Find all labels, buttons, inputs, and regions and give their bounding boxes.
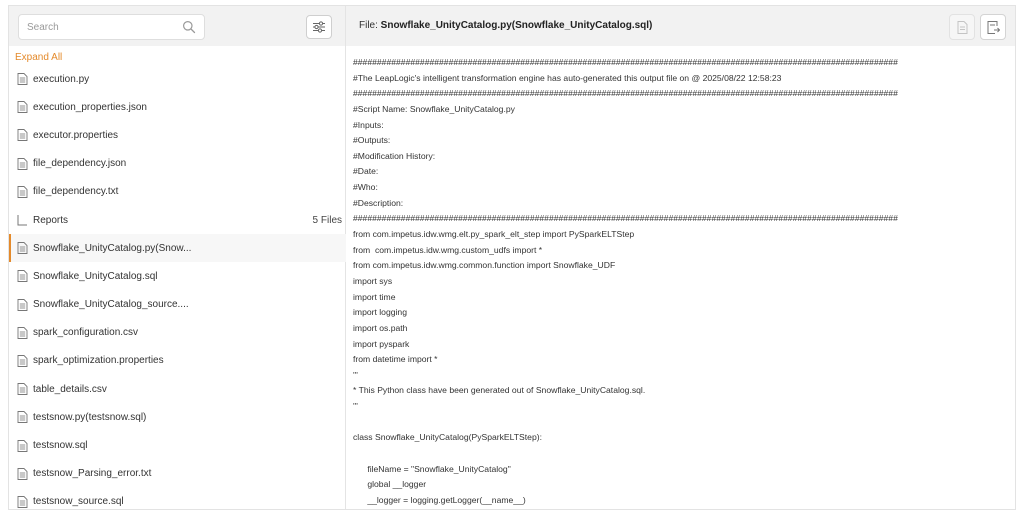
tree-item-label: file_dependency.json <box>33 158 127 170</box>
code-line: ''' <box>353 369 358 380</box>
code-line: #Date: <box>353 166 379 177</box>
code-line: ########################################… <box>353 88 898 99</box>
expand-all-link[interactable]: Expand All <box>15 52 62 63</box>
folder-icon <box>17 215 27 226</box>
code-line: from com.impetus.idw.wmg.elt.py_spark_el… <box>353 229 635 240</box>
tree-file[interactable]: testsnow.py(testsnow.sql) <box>9 403 346 431</box>
file-viewer-header: File: Snowflake_UnityCatalog.py(Snowflak… <box>346 6 1015 46</box>
tree-item-label: spark_optimization.properties <box>33 355 164 367</box>
file-icon <box>17 157 28 170</box>
file-icon <box>17 326 28 339</box>
file-tree-panel: Expand All execution.py execution_propert… <box>9 6 346 509</box>
document-button[interactable] <box>949 14 975 40</box>
code-line: import sys <box>353 275 393 286</box>
tree-file[interactable]: testsnow_source.sql <box>9 488 346 509</box>
tree-file[interactable]: file_dependency.txt <box>9 178 346 206</box>
tree-item-label: testsnow_source.sql <box>33 496 124 508</box>
tree-item-label: Reports <box>33 214 69 226</box>
tree-file[interactable]: Snowflake_UnityCatalog.sql <box>9 262 346 290</box>
code-viewer[interactable]: ########################################… <box>353 55 1009 509</box>
code-line: __logger = logging.getLogger(__name__) <box>353 494 526 505</box>
file-icon <box>17 185 28 198</box>
tree-file[interactable]: execution.py <box>9 65 346 93</box>
file-icon <box>17 101 28 114</box>
file-icon <box>17 129 28 142</box>
tree-item-label: Snowflake_UnityCatalog_source.... <box>33 299 189 311</box>
tree-item-label: execution.py <box>33 73 90 85</box>
file-viewer-panel: File: Snowflake_UnityCatalog.py(Snowflak… <box>346 6 1015 509</box>
tree-item-label: executor.properties <box>33 129 119 141</box>
export-button[interactable] <box>980 14 1006 40</box>
code-line: global __logger <box>353 479 427 490</box>
code-line: from datetime import * <box>353 354 438 365</box>
code-line: from com.impetus.idw.wmg.custom_udfs imp… <box>353 244 543 255</box>
file-icon <box>17 439 28 452</box>
tree-item-label: testsnow_Parsing_error.txt <box>33 468 152 480</box>
file-tree-toolbar <box>9 6 345 46</box>
code-line: #The LeapLogic's intelligent transformat… <box>353 72 782 83</box>
file-tree: execution.py execution_properties.jsonexe… <box>9 65 346 509</box>
tree-item-label: execution_properties.json <box>33 101 147 113</box>
tree-file[interactable]: spark_configuration.csv <box>9 319 346 347</box>
code-line: import pyspark <box>353 338 410 349</box>
code-line: class Snowflake_UnityCatalog(PySparkELTS… <box>353 432 542 443</box>
file-icon <box>17 242 28 255</box>
code-line: ''' <box>353 401 358 412</box>
filter-settings-button[interactable] <box>306 15 332 39</box>
tree-item-label: testsnow.py(testsnow.sql) <box>33 411 147 423</box>
code-line: import logging <box>353 307 407 318</box>
code-line: #Modification History: <box>353 150 436 161</box>
tree-file[interactable]: spark_optimization.properties <box>9 347 346 375</box>
code-line: import os.path <box>353 322 408 333</box>
code-line: #Who: <box>353 182 378 193</box>
tree-item-label: testsnow.sql <box>33 440 88 452</box>
tree-file[interactable]: testsnow.sql <box>9 431 346 459</box>
file-icon <box>17 298 28 311</box>
file-title: File: Snowflake_UnityCatalog.py(Snowflak… <box>359 20 652 31</box>
code-line: #Script Name: Snowflake_UnityCatalog.py <box>353 103 515 114</box>
file-icon <box>17 467 28 480</box>
code-line: * This Python class have been generated … <box>353 385 646 396</box>
code-line: #Outputs: <box>353 135 391 146</box>
tree-file[interactable]: execution_properties.json <box>9 93 346 121</box>
tree-file[interactable]: table_details.csv <box>9 375 346 403</box>
tree-item-label: table_details.csv <box>33 383 107 395</box>
file-icon <box>17 355 28 367</box>
code-line: import time <box>353 291 396 302</box>
file-count-badge: 5 Files <box>312 214 342 226</box>
tree-item-label: file_dependency.txt <box>33 186 119 198</box>
code-line: ########################################… <box>353 213 898 224</box>
app-frame: Expand All execution.py execution_propert… <box>8 5 1016 510</box>
code-line: ########################################… <box>353 57 898 67</box>
tree-file[interactable]: executor.properties <box>9 121 346 149</box>
code-line: fileName = "Snowflake_UnityCatalog" <box>353 463 511 474</box>
code-line: #Inputs: <box>353 119 384 130</box>
tree-file[interactable]: testsnow_Parsing_error.txt <box>9 460 346 488</box>
tree-file[interactable]: Snowflake_UnityCatalog_source.... <box>9 291 346 319</box>
export-icon <box>987 20 1000 34</box>
search-icon[interactable] <box>182 20 196 34</box>
sliders-icon <box>313 21 325 33</box>
document-icon <box>957 20 967 34</box>
tree-item-label: spark_configuration.csv <box>33 327 139 339</box>
file-title-prefix: File: <box>359 20 381 31</box>
file-icon <box>17 270 28 283</box>
file-icon <box>17 495 28 508</box>
tree-file[interactable]: file_dependency.json <box>9 150 346 178</box>
file-icon <box>17 411 28 424</box>
search-input[interactable] <box>19 15 169 39</box>
file-icon <box>17 73 28 86</box>
tree-item-label: Snowflake_UnityCatalog.sql <box>33 270 158 282</box>
tree-item-label: Snowflake_UnityCatalog.py(Snow... <box>33 242 192 254</box>
code-line: from com.impetus.idw.wmg.common.function… <box>353 260 616 271</box>
tree-folder[interactable]: Reports 5 Files <box>9 206 346 234</box>
code-line: #Description: <box>353 197 404 208</box>
file-title-name: Snowflake_UnityCatalog.py(Snowflake_Unit… <box>380 20 653 31</box>
search-box <box>18 14 205 40</box>
file-icon <box>17 383 28 396</box>
tree-file[interactable]: Snowflake_UnityCatalog.py(Snow... <box>9 234 346 263</box>
